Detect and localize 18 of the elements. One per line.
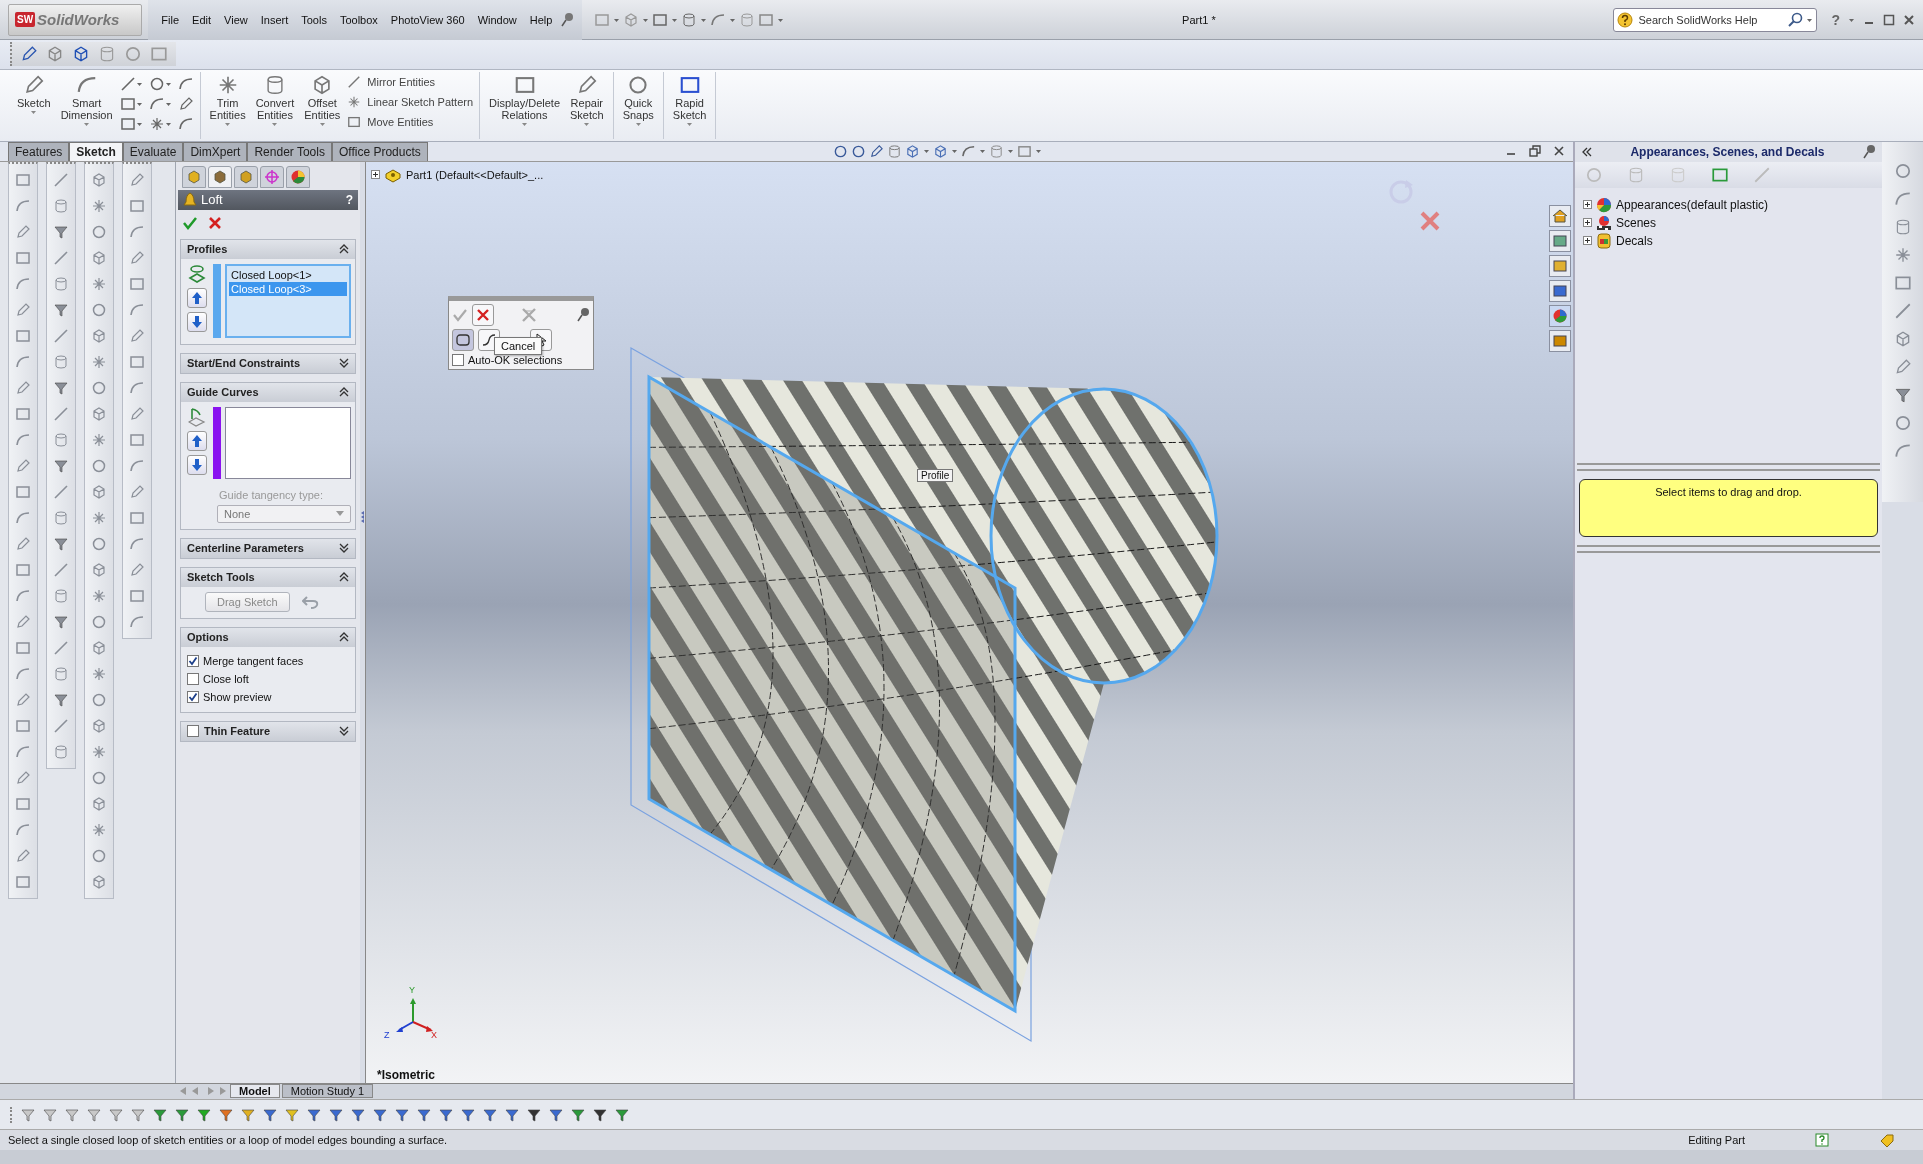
status-message: Select a single closed loop of sketch entities or a loop of model edges bounding a surface. <box>8 1134 449 1147</box>
status-mode: Editing Part <box>1688 1134 1745 1147</box>
checkbox-label: Show preview <box>203 690 272 703</box>
window-title: Part1 * <box>1181 13 1217 26</box>
checkbox-label: Auto-OK selections <box>468 353 563 366</box>
logo-mark: SW <box>15 12 36 27</box>
axis-label: Z <box>384 1029 390 1040</box>
tooltip: Cancel <box>494 336 543 355</box>
checkbox-label: Close loft <box>203 672 249 685</box>
view-name: *Isometric <box>377 1067 436 1082</box>
app-name: SolidWorks <box>37 11 120 28</box>
pane-title: Appearances, Scenes, and Decals <box>1629 144 1826 159</box>
panel-title: Loft <box>201 192 224 208</box>
hint-box: Select items to drag and drop. <box>1579 478 1878 537</box>
field-label: Guide tangency type: <box>219 488 324 501</box>
checkbox-label: Merge tangent faces <box>203 654 304 667</box>
axis-label: Y <box>409 984 415 995</box>
axis-label: X <box>431 1029 437 1040</box>
